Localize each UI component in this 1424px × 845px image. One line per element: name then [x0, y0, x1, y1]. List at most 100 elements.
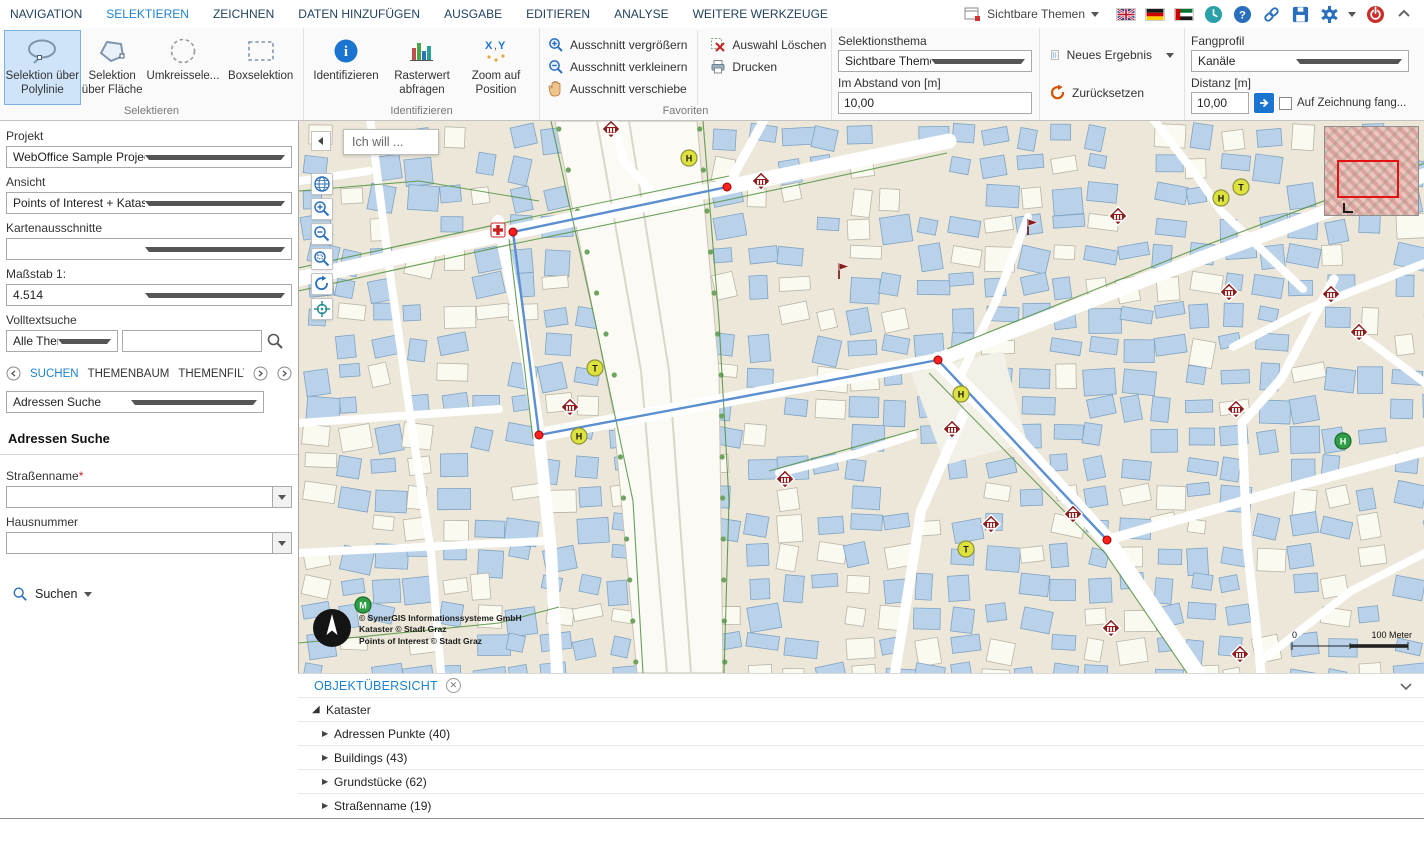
map-zoom-in-button[interactable]	[311, 198, 333, 220]
select-by-circle-button[interactable]: Umkreissele...	[144, 30, 223, 105]
menu-editieren[interactable]: EDITIEREN	[526, 7, 590, 21]
strassenname-dropdown-button[interactable]	[272, 486, 292, 508]
ae-flag-icon[interactable]	[1174, 8, 1194, 21]
collapse-ribbon-chevron-icon[interactable]	[1394, 4, 1414, 24]
strassenname-input[interactable]	[6, 486, 272, 508]
zoom-out-extent-button[interactable]: Ausschnitt verkleinern	[544, 56, 691, 78]
menu-weitere-werkzeuge[interactable]: WEITERE WERKZEUGE	[693, 7, 828, 21]
map-zoom-out-button[interactable]	[311, 223, 333, 245]
collapse-sidebar-button[interactable]	[311, 131, 331, 151]
menu-zeichnen[interactable]: ZEICHNEN	[213, 7, 274, 21]
selection-vertex[interactable]	[509, 228, 517, 236]
kartenausschnitte-dropdown[interactable]	[6, 238, 292, 260]
volltextsuche-search-button[interactable]	[266, 332, 284, 350]
hausnummer-dropdown-button[interactable]	[272, 532, 292, 554]
tree-row-buildings[interactable]: ▶ Buildings (43)	[298, 745, 1424, 769]
tab-themenfilter[interactable]: THEMENFILTER	[178, 368, 244, 380]
close-panel-icon[interactable]: ✕	[446, 678, 461, 693]
snap-to-drawing-checkbox[interactable]	[1279, 97, 1292, 110]
settings-chevron-icon[interactable]	[1348, 12, 1356, 17]
visible-themes-dropdown[interactable]: Sichtbare Themen	[964, 7, 1099, 22]
ansicht-dropdown[interactable]: Points of Interest + Kataster	[6, 192, 292, 214]
history-clock-icon[interactable]	[1203, 4, 1223, 24]
distanz-input[interactable]	[1191, 92, 1249, 114]
link-icon[interactable]	[1261, 4, 1281, 24]
apply-distance-button[interactable]	[1254, 93, 1274, 113]
collapsed-triangle-icon[interactable]: ▶	[322, 777, 334, 786]
selektionsthema-dropdown[interactable]: Sichtbare Themen	[838, 50, 1032, 72]
menu-selektieren[interactable]: SELEKTIEREN	[106, 7, 189, 21]
help-icon[interactable]: ?	[1232, 4, 1252, 24]
chevron-down-icon	[131, 400, 257, 405]
settings-gear-icon[interactable]	[1319, 4, 1339, 24]
object-overview-title[interactable]: OBJEKTÜBERSICHT	[314, 679, 438, 693]
zoom-window-button[interactable]	[311, 248, 333, 270]
overview-extent-rectangle[interactable]	[1337, 160, 1399, 198]
clear-selection-button[interactable]: Auswahl Löschen	[706, 34, 830, 56]
suche-type-dropdown[interactable]: Adressen Suche	[6, 391, 264, 413]
tabs-scroll-left-button[interactable]	[6, 366, 21, 381]
collapsed-triangle-icon[interactable]: ▶	[322, 801, 334, 810]
menu-analyse[interactable]: ANALYSE	[614, 7, 668, 21]
poi-h-yellow-marker[interactable]: H	[953, 386, 969, 402]
center-position-button[interactable]	[311, 298, 333, 320]
identify-button[interactable]: i Identifizieren	[308, 30, 384, 105]
power-icon[interactable]	[1365, 4, 1385, 24]
menu-daten-hinzufuegen[interactable]: DATEN HINZUFÜGEN	[298, 7, 420, 21]
i-want-to-search-input[interactable]: Ich will ...	[343, 129, 439, 155]
poi-h-yellow-marker[interactable]: H	[571, 428, 587, 444]
poi-h-yellow-marker[interactable]: H	[1213, 190, 1229, 206]
menu-ausgabe[interactable]: AUSGABE	[444, 7, 502, 21]
reset-button[interactable]: Zurücksetzen	[1046, 82, 1178, 104]
previous-extent-button[interactable]	[311, 273, 333, 295]
poi-h-green-marker[interactable]: H	[1335, 433, 1351, 449]
pan-extent-button[interactable]: Ausschnitt verschiebe	[544, 78, 691, 100]
zoom-in-extent-button[interactable]: Ausschnitt vergrößern	[544, 34, 691, 56]
new-result-button[interactable]: Neues Ergebnis	[1046, 44, 1178, 66]
save-icon[interactable]	[1290, 4, 1310, 24]
collapse-panel-chevron-icon[interactable]	[1398, 681, 1414, 691]
overview-map[interactable]	[1324, 126, 1419, 216]
tree-row-grundstuecke[interactable]: ▶ Grundstücke (62)	[298, 769, 1424, 793]
menu-navigation[interactable]: NAVIGATION	[10, 7, 82, 21]
de-flag-icon[interactable]	[1145, 8, 1165, 21]
projekt-dropdown[interactable]: WebOffice Sample Project	[6, 146, 292, 168]
volltextsuche-scope-dropdown[interactable]: Alle Themen	[6, 330, 118, 352]
select-by-area-button[interactable]: Selektion über Fläche	[81, 30, 144, 105]
suchen-button[interactable]: Suchen	[6, 582, 98, 606]
massstab-dropdown[interactable]: 4.514	[6, 284, 292, 306]
poi-h-yellow-marker[interactable]: H	[681, 150, 697, 166]
volltextsuche-input[interactable]	[122, 330, 262, 352]
collapsed-triangle-icon[interactable]: ▶	[322, 753, 334, 762]
chevron-down-icon[interactable]	[1166, 53, 1174, 58]
selection-vertex[interactable]	[535, 431, 543, 439]
selection-vertex[interactable]	[723, 183, 731, 191]
uk-flag-icon[interactable]	[1116, 8, 1136, 21]
selection-vertex[interactable]	[934, 356, 942, 364]
print-button[interactable]: Drucken	[706, 56, 830, 78]
select-by-box-button[interactable]: Boxselektion	[222, 30, 299, 105]
tab-themenbaum[interactable]: THEMENBAUM	[88, 368, 170, 380]
collapsed-triangle-icon[interactable]: ▶	[322, 729, 334, 738]
poi-cross-marker[interactable]	[491, 223, 505, 237]
hausnummer-input[interactable]	[6, 532, 272, 554]
tree-row-strassenname[interactable]: ▶ Straßenname (19)	[298, 793, 1424, 817]
overview-toggle-icon[interactable]	[1343, 203, 1353, 213]
poi-t-yellow-marker[interactable]: T	[958, 541, 974, 557]
tree-row-kataster[interactable]: ◢ Kataster	[298, 697, 1424, 721]
abstand-input[interactable]	[838, 92, 1032, 114]
map-canvas[interactable]: HHHHHTTTM	[299, 121, 1424, 673]
tree-row-adressen-punkte[interactable]: ▶ Adressen Punkte (40)	[298, 721, 1424, 745]
fangprofil-dropdown[interactable]: Kanäle	[1191, 50, 1409, 72]
expanded-triangle-icon[interactable]: ◢	[312, 704, 326, 715]
poi-t-yellow-marker[interactable]: T	[1233, 179, 1249, 195]
tabs-more-button[interactable]	[277, 366, 292, 381]
poi-t-yellow-marker[interactable]: T	[587, 360, 603, 376]
select-by-polyline-button[interactable]: Selektion über Polylinie	[4, 30, 81, 105]
globe-full-extent-button[interactable]	[311, 173, 333, 195]
selection-vertex[interactable]	[1103, 536, 1111, 544]
raster-value-button[interactable]: Rasterwert abfragen	[384, 30, 460, 105]
tab-suchen[interactable]: SUCHEN	[30, 368, 79, 380]
tabs-scroll-right-button[interactable]	[253, 366, 268, 381]
zoom-to-position-button[interactable]: X,Y Zoom auf Position	[460, 30, 532, 105]
